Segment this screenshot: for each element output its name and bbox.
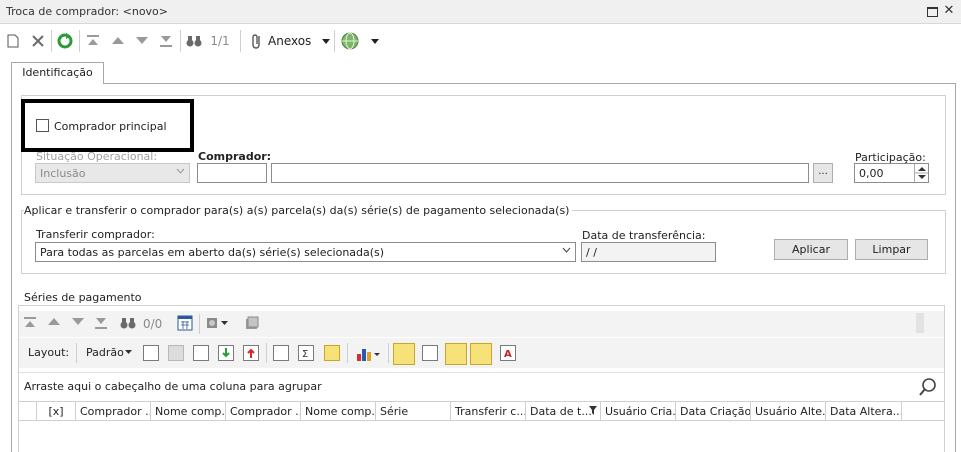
participation-stepper[interactable] xyxy=(914,164,928,182)
previous-record-icon[interactable] xyxy=(110,31,126,51)
transfer-buyer-select[interactable]: Para todas as parcelas em aberto da(s) s… xyxy=(35,242,576,262)
transfer-date-label: Data de transferência: xyxy=(582,229,706,242)
column-header[interactable]: Série xyxy=(376,402,451,421)
layout-select[interactable]: Padrão xyxy=(86,346,124,359)
tab-identificacao[interactable]: Identificação xyxy=(11,62,104,84)
maximize-icon[interactable] xyxy=(925,4,939,18)
column-header[interactable]: Comprador ... xyxy=(76,402,151,421)
first-record-icon[interactable] xyxy=(85,31,101,51)
previous-record-icon[interactable] xyxy=(47,317,63,331)
last-record-icon[interactable] xyxy=(94,317,110,331)
participation-input[interactable]: 0,00 xyxy=(854,163,929,183)
calendar-icon[interactable] xyxy=(177,315,193,331)
transfer-section-title: Aplicar e transferir o comprador para(s)… xyxy=(24,204,573,217)
attachments-button[interactable]: Anexos xyxy=(268,31,316,51)
buyer-name-input[interactable] xyxy=(271,163,809,183)
filter-icon[interactable] xyxy=(589,406,597,415)
paperclip-icon xyxy=(248,31,266,51)
refresh-icon[interactable] xyxy=(56,31,74,51)
tools-dropdown-icon[interactable] xyxy=(205,315,235,329)
grid-layout-toolbar: Layout: Padrão Σ A xyxy=(19,338,944,368)
layout-label: Layout: xyxy=(28,346,70,359)
last-record-icon[interactable] xyxy=(158,31,174,51)
font-icon[interactable]: A xyxy=(500,345,516,361)
chevron-down-icon xyxy=(176,168,185,174)
transfer-date-input[interactable]: / / xyxy=(581,242,716,262)
grid-layout-icon[interactable] xyxy=(193,345,209,361)
chevron-down-icon[interactable] xyxy=(125,350,132,354)
column-header[interactable]: Nome comp... xyxy=(151,402,226,421)
column-header[interactable]: Data de t... xyxy=(526,402,601,421)
operational-status-select: Inclusão xyxy=(35,163,190,183)
transfer-buyer-value: Para todas as parcelas em aberto da(s) s… xyxy=(40,246,385,259)
operational-status-label: Situação Operacional: xyxy=(36,150,158,163)
new-document-icon[interactable] xyxy=(5,31,21,51)
apply-button[interactable]: Aplicar xyxy=(774,239,848,260)
next-record-icon[interactable] xyxy=(134,31,150,51)
save-layout-icon[interactable] xyxy=(143,345,159,361)
delete-layout-icon[interactable] xyxy=(168,345,184,361)
column-header-label: Data de t... xyxy=(530,405,592,418)
series-section-title: Séries de pagamento xyxy=(24,291,142,304)
column-header[interactable]: Usuário Alte... xyxy=(751,402,826,421)
highlight-frame xyxy=(21,99,194,152)
highlight-icon[interactable] xyxy=(324,345,340,361)
participation-value: 0,00 xyxy=(859,167,884,180)
column-header[interactable]: Nome comp... xyxy=(301,402,376,421)
export-layout-icon[interactable] xyxy=(243,345,259,361)
chevron-down-icon xyxy=(562,247,571,253)
column-header[interactable]: [x] xyxy=(37,402,76,421)
attachments-dropdown-icon[interactable] xyxy=(320,31,332,51)
globe-dropdown-icon[interactable] xyxy=(369,31,381,51)
column-header[interactable]: Data Altera... xyxy=(826,402,902,421)
main-toolbar: 1/1 Anexos xyxy=(0,25,961,57)
record-counter: 1/1 xyxy=(210,34,230,48)
group-hint: Arraste aqui o cabeçalho de uma coluna p… xyxy=(24,380,322,393)
window-title: Troca de comprador: <novo> xyxy=(6,5,169,18)
grid-body[interactable] xyxy=(19,422,944,452)
column-header[interactable]: Comprador ... xyxy=(226,402,301,421)
column-header[interactable]: Data Criação xyxy=(676,402,751,421)
view-toggle-3-icon[interactable] xyxy=(445,343,467,365)
title-bar: Troca de comprador: <novo> ✕ xyxy=(0,0,961,24)
grid-navigation-toolbar: 0/0 xyxy=(19,311,944,337)
delete-icon[interactable] xyxy=(29,31,47,51)
column-header[interactable]: Usuário Cria... xyxy=(601,402,676,421)
export-icon[interactable] xyxy=(244,315,260,329)
binoculars-icon[interactable] xyxy=(120,317,136,331)
view-toggle-2-icon[interactable] xyxy=(422,345,438,361)
svg-text:A: A xyxy=(504,349,512,360)
view-toggle-4-icon[interactable] xyxy=(470,343,492,365)
buyer-label: Comprador: xyxy=(198,150,272,163)
toolbar-grip[interactable] xyxy=(916,313,924,333)
buyer-lookup-button[interactable]: ... xyxy=(813,163,833,183)
spin-arrows-icon[interactable] xyxy=(915,164,929,182)
close-icon[interactable]: ✕ xyxy=(942,4,956,18)
first-record-icon[interactable] xyxy=(23,317,39,331)
sum-icon[interactable]: Σ xyxy=(298,345,314,361)
group-by-area[interactable]: Arraste aqui o cabeçalho de uma coluna p… xyxy=(19,372,944,400)
buyer-code-input[interactable] xyxy=(197,163,267,183)
grid-header: [x] Comprador ... Nome comp... Comprador… xyxy=(19,401,944,421)
next-record-icon[interactable] xyxy=(71,317,87,331)
clear-button[interactable]: Limpar xyxy=(855,239,928,260)
svg-text:Σ: Σ xyxy=(302,349,308,360)
chart-dropdown-icon[interactable] xyxy=(356,346,384,361)
view-toggle-1-icon[interactable] xyxy=(393,343,415,365)
binoculars-icon[interactable] xyxy=(185,31,203,51)
grid-record-counter: 0/0 xyxy=(143,317,163,331)
import-layout-icon[interactable] xyxy=(218,345,234,361)
globe-icon[interactable] xyxy=(340,31,360,51)
transfer-buyer-label: Transferir comprador: xyxy=(36,228,155,241)
row-indicator-column xyxy=(19,402,37,421)
column-header[interactable]: Transferir c... xyxy=(451,402,526,421)
search-icon[interactable] xyxy=(918,377,938,397)
operational-status-value: Inclusão xyxy=(40,167,86,180)
columns-icon[interactable] xyxy=(273,345,289,361)
